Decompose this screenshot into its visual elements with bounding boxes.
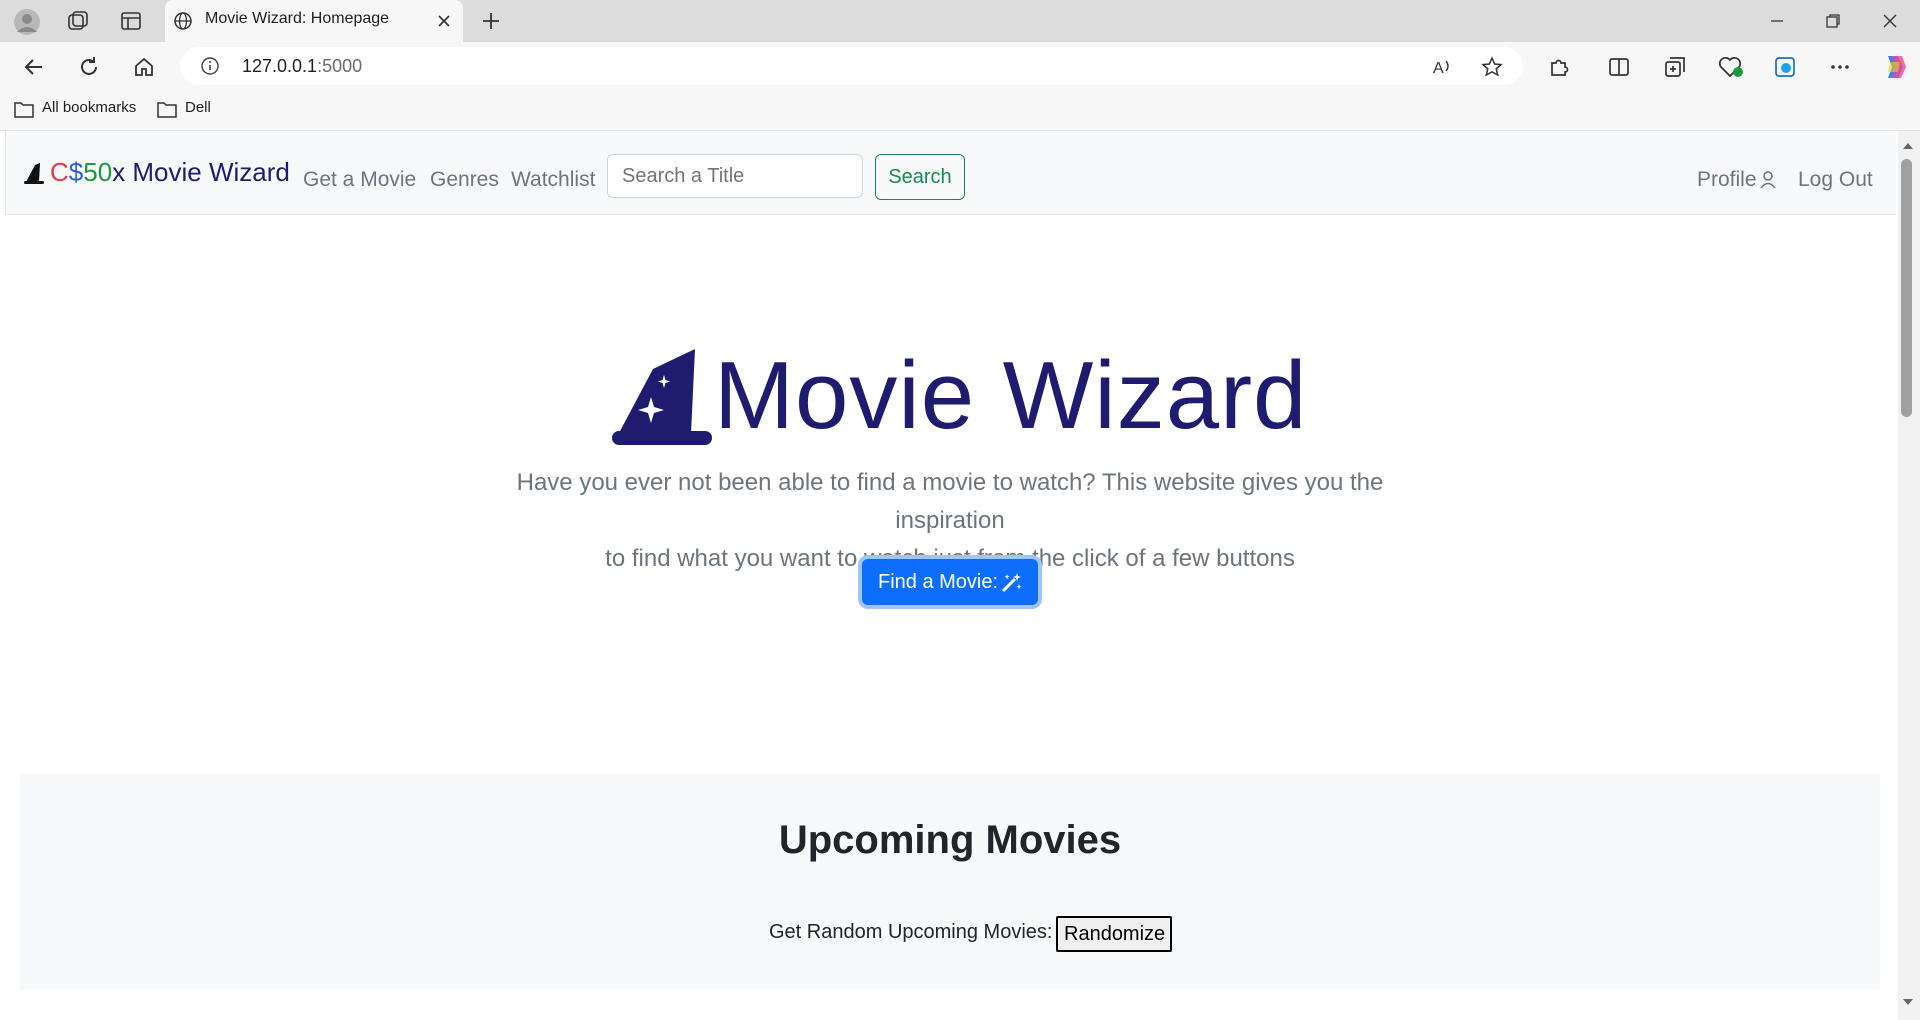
nav-watchlist[interactable]: Watchlist: [511, 168, 595, 192]
close-window-icon[interactable]: [1881, 12, 1899, 30]
nav-genres[interactable]: Genres: [430, 168, 499, 192]
brand-rest: x Movie Wizard: [112, 157, 290, 187]
upcoming-movies-section: Upcoming Movies Get Random Upcoming Movi…: [20, 774, 1880, 990]
scroll-up-arrow-icon[interactable]: [1901, 141, 1915, 151]
brand-dollar: $: [68, 157, 84, 187]
find-a-movie-label: Find a Movie:: [878, 570, 999, 593]
url-host: 127.0.0.1: [242, 56, 318, 76]
svg-text:A: A: [1433, 60, 1444, 77]
folder-icon: [14, 102, 34, 118]
wizard-hat-logo-icon: [612, 349, 712, 445]
workspaces-icon[interactable]: [66, 10, 90, 32]
extensions-icon[interactable]: [1547, 55, 1571, 79]
new-tab-icon[interactable]: [480, 10, 502, 32]
globe-icon: [174, 12, 192, 30]
address-bar[interactable]: [180, 47, 1523, 85]
navbar: C$50x Movie Wizard Get a Movie Genres Wa…: [5, 131, 1896, 215]
scrollbar-thumb[interactable]: [1901, 159, 1912, 417]
wizard-hat-icon: [24, 163, 44, 184]
bookmark-all-bookmarks[interactable]: All bookmarks: [42, 99, 136, 116]
brand-c: C: [50, 157, 69, 187]
magic-wand-icon: [1001, 573, 1022, 593]
bookmark-dell[interactable]: Dell: [185, 99, 211, 116]
nav-get-a-movie[interactable]: Get a Movie: [303, 168, 416, 192]
split-screen-icon[interactable]: [1607, 55, 1631, 79]
page-viewport: C$50x Movie Wizard Get a Movie Genres Wa…: [0, 131, 1898, 1020]
scroll-down-arrow-icon[interactable]: [1901, 997, 1915, 1007]
profile-avatar-icon[interactable]: [13, 8, 41, 36]
tab-actions-icon[interactable]: [120, 10, 142, 32]
home-icon[interactable]: [132, 55, 156, 79]
edge-sidebar-icon[interactable]: [1773, 55, 1797, 79]
nav-logout[interactable]: Log Out: [1798, 168, 1873, 192]
upcoming-title: Upcoming Movies: [778, 818, 1122, 862]
random-upcoming-label: Get Random Upcoming Movies:: [769, 921, 1053, 943]
tab-title: Movie Wizard: Homepage: [205, 10, 390, 27]
favorite-star-icon[interactable]: [1481, 56, 1503, 78]
url-text[interactable]: 127.0.0.1:5000: [242, 56, 362, 77]
back-icon[interactable]: [22, 55, 46, 79]
bookmarks-bar: [0, 90, 1920, 131]
browser-essentials-icon[interactable]: [1718, 55, 1744, 79]
read-aloud-icon[interactable]: A: [1432, 56, 1454, 78]
folder-icon: [157, 102, 177, 118]
more-options-icon[interactable]: [1828, 55, 1852, 79]
refresh-icon[interactable]: [77, 55, 101, 79]
person-icon: [1760, 171, 1776, 189]
hero-subtitle-line1: Have you ever not been able to find a mo…: [516, 469, 1384, 534]
restore-icon[interactable]: [1824, 12, 1842, 30]
site-info-icon[interactable]: [200, 56, 220, 76]
copilot-icon[interactable]: [1880, 52, 1910, 82]
url-port: :5000: [317, 56, 363, 76]
hero-title: Movie Wizard: [714, 342, 1308, 449]
brand-logo[interactable]: C$50x Movie Wizard: [50, 157, 290, 188]
search-input[interactable]: [607, 154, 863, 198]
nav-profile[interactable]: Profile: [1697, 168, 1757, 192]
collections-icon[interactable]: [1663, 55, 1687, 79]
brand-50: 50: [83, 157, 113, 187]
search-button[interactable]: Search: [875, 154, 965, 200]
minimize-icon[interactable]: [1768, 12, 1786, 30]
randomize-button[interactable]: Randomize: [1056, 916, 1172, 952]
close-tab-icon[interactable]: [436, 13, 452, 29]
